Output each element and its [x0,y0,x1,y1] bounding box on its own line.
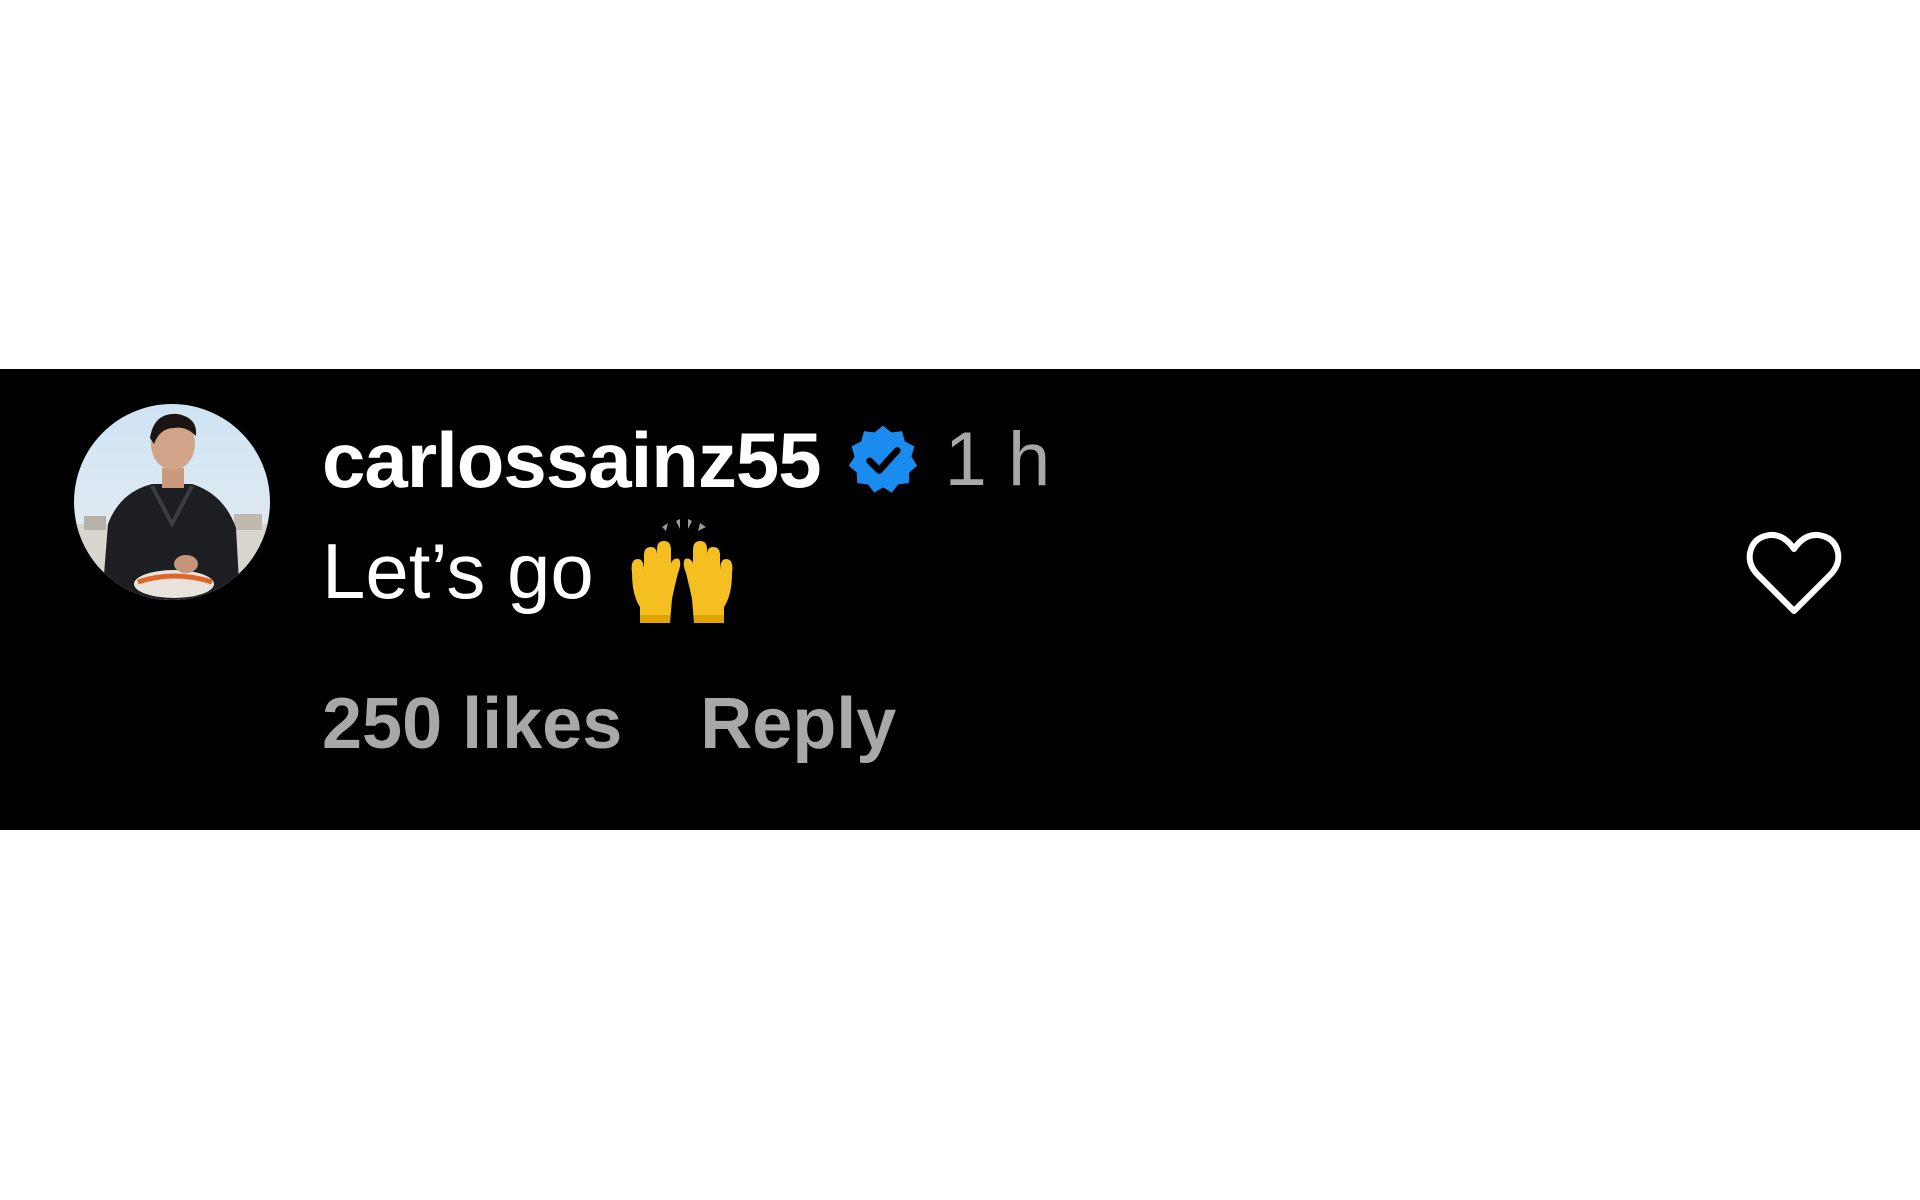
verified-badge-icon [848,425,917,493]
comment-text: Let’s go [322,527,594,615]
heart-outline-icon[interactable] [1746,531,1842,617]
comment-body: Let’s go [322,519,740,623]
comment-actions: 250 likes Reply [322,679,896,769]
raising-hands-emoji [631,519,733,623]
username-link[interactable]: carlossainz55 [322,421,822,499]
likes-count[interactable]: 250 likes [322,688,622,760]
avatar[interactable] [74,404,270,600]
comment-timestamp: 1 h [944,417,1051,502]
reply-button[interactable]: Reply [700,688,896,760]
comment-header: carlossainz55 1 h [322,415,1050,505]
comment-row: carlossainz55 1 h Let’s go 250 likes Rep… [0,369,1920,830]
avatar-image [74,404,270,600]
